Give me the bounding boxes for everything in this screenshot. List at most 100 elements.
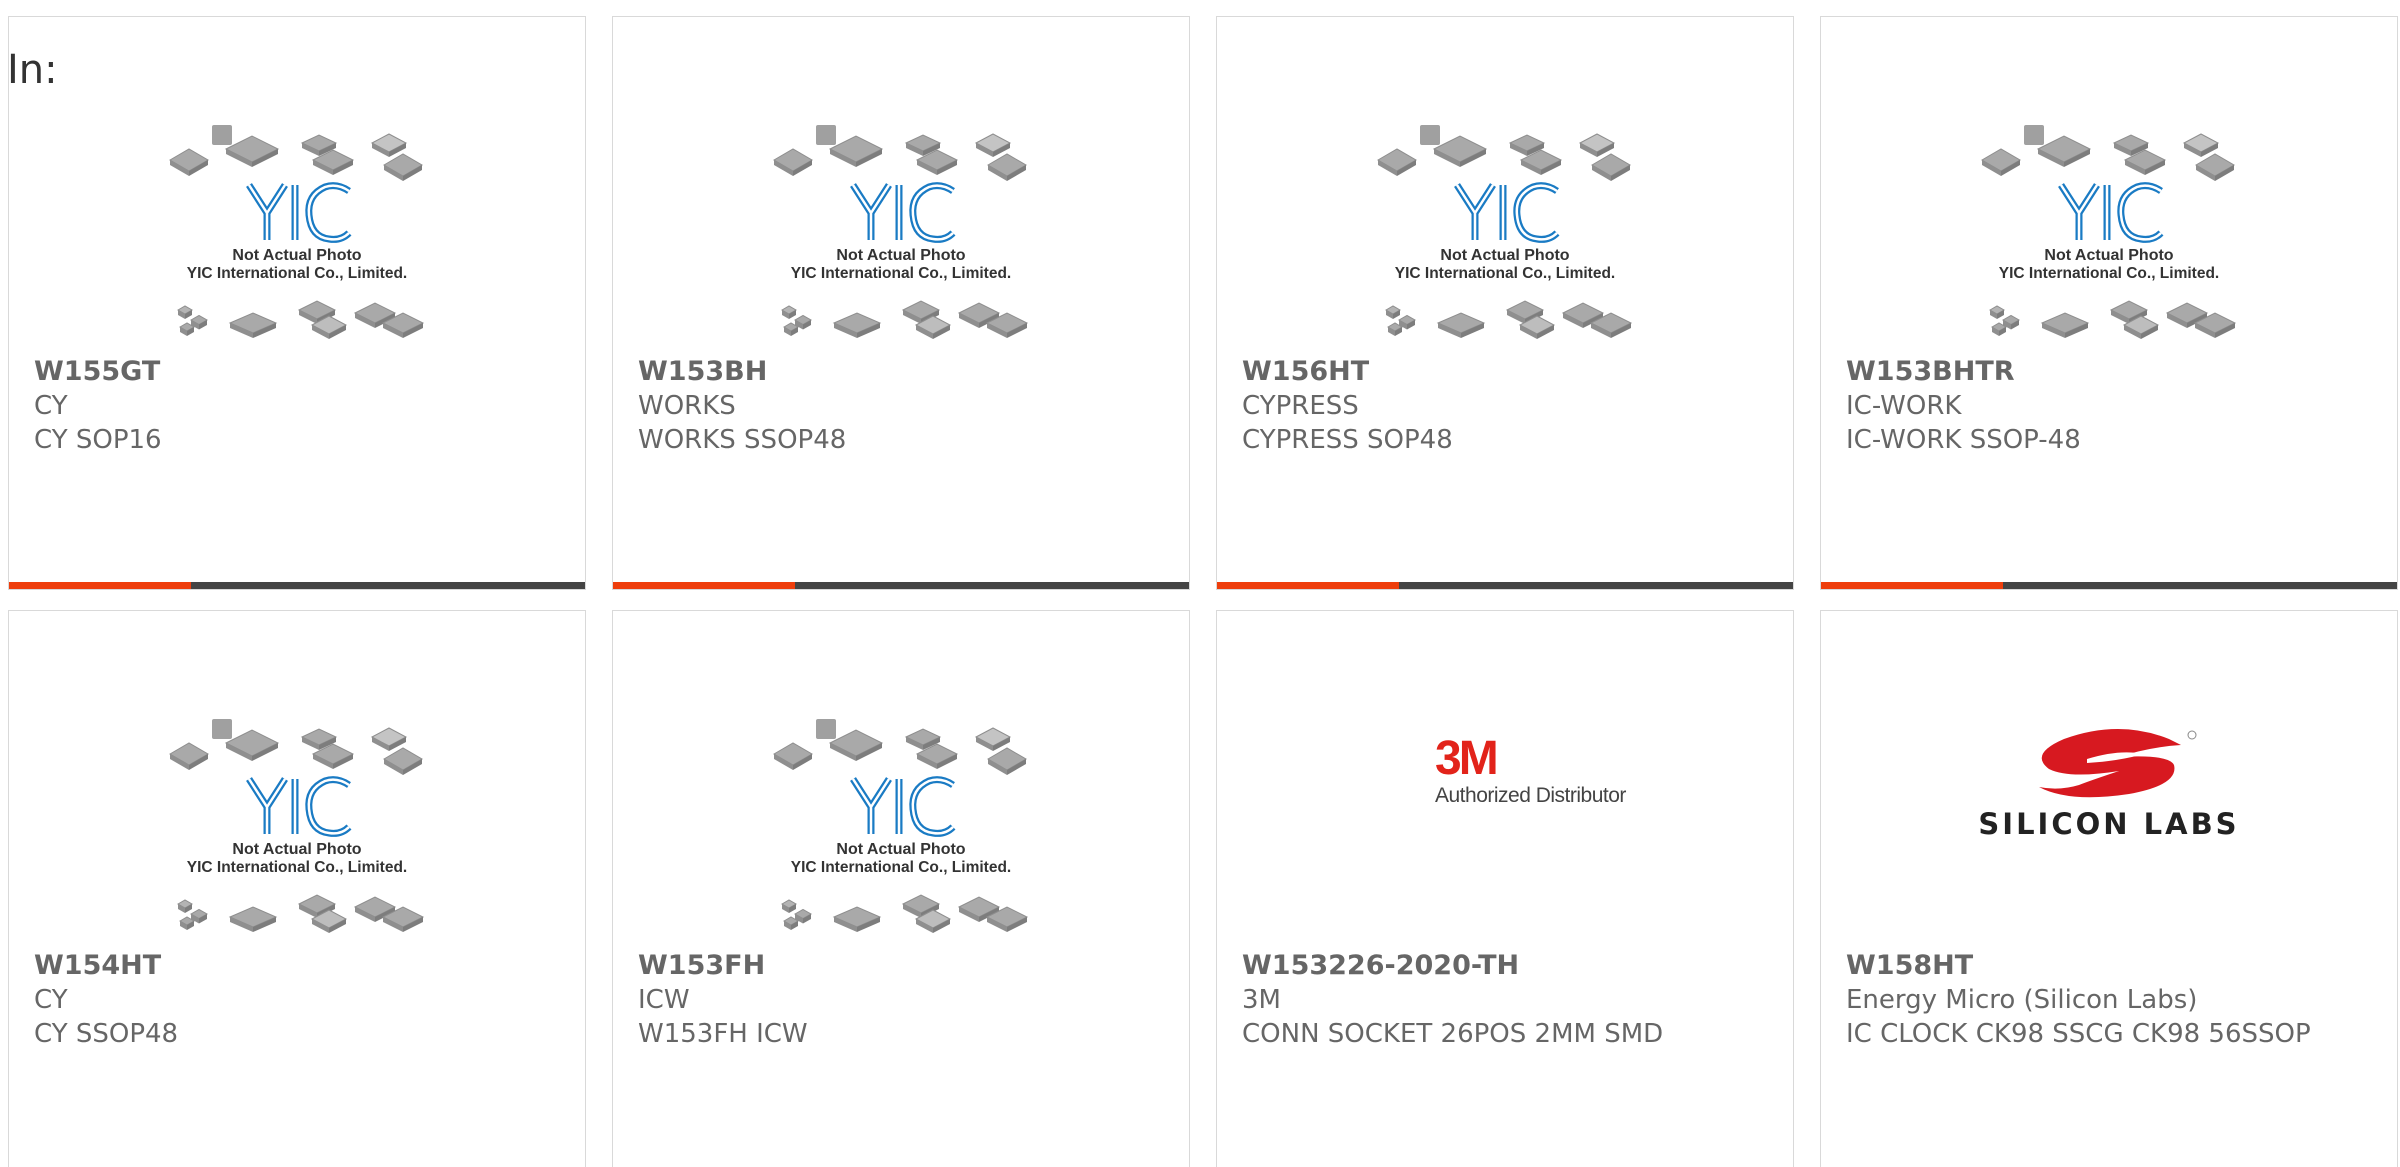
card-bottom-bar [1821,582,2397,589]
chip-packages-bottom [780,300,1029,339]
card-accent-bar [1821,582,2003,589]
silicon-labs-wordmark: SILICON LABS [1978,807,2239,841]
product-image[interactable]: Not Actual Photo YIC International Co., L… [1217,105,1793,355]
part-number-link[interactable]: W155GT [34,355,545,389]
chip-packages-bottom [1384,300,1633,339]
chip-packages-top [169,125,423,181]
product-card[interactable]: SILICON LABS W158HT Energy Micro (Silico… [1820,610,2398,1167]
product-card[interactable]: Not Actual Photo YIC International Co., L… [612,610,1190,1167]
manufacturer-name: CY [34,391,68,421]
not-actual-photo-text: Not Actual Photo [2044,247,2173,264]
yic-placeholder-image: Not Actual PhotoYIC International Co., L… [169,125,425,339]
card-bottom-bar [613,582,1189,589]
manufacturer-name: ICW [638,985,690,1015]
part-number-link[interactable]: W153226-2020-TH [1242,949,1753,983]
product-info: W153226-2020-TH 3M CONN SOCKET 26POS 2MM… [1242,949,1753,1051]
company-name-text: YIC International Co., Limited. [187,859,407,876]
not-actual-photo-text: Not Actual Photo [836,247,965,264]
card-bottom-bar [9,582,585,589]
product-card[interactable]: Not Actual Photo YIC International Co., L… [612,16,1190,590]
company-name-text: YIC International Co., Limited. [791,859,1011,876]
yic-logo [246,776,352,837]
product-info: W153BHTR IC-WORK IC-WORK SSOP-48 [1846,355,2357,457]
manufacturer-name: IC-WORK [1846,391,1962,421]
product-info: W153FH ICW W153FH ICW [638,949,1149,1051]
silicon-labs-swoosh-icon [2039,729,2197,798]
product-description: IC-WORK SSOP-48 [1846,425,2081,455]
chip-packages-bottom [176,894,425,933]
product-grid: Not Actual Photo YIC International Co., L… [8,16,2398,1167]
yic-placeholder-image: Not Actual PhotoYIC International Co., L… [773,125,1029,339]
company-name-text: YIC International Co., Limited. [1999,265,2219,282]
chip-packages-top [1981,125,2235,181]
3m-mark: 3M [1435,732,1496,785]
product-info: W154HT CY CY SSOP48 [34,949,545,1051]
product-image[interactable]: 3M Authorized Distributor [1217,699,1793,949]
card-accent-bar [9,582,191,589]
yic-logo [850,182,956,243]
chip-packages-top [1377,125,1631,181]
product-description: CONN SOCKET 26POS 2MM SMD [1242,1019,1664,1049]
card-accent-bar [1217,582,1399,589]
product-card[interactable]: 3M Authorized Distributor W153226-2020-TH… [1216,610,1794,1167]
product-card[interactable]: Not Actual Photo YIC International Co., L… [8,16,586,590]
yic-logo [850,776,956,837]
product-image[interactable]: SILICON LABS [1821,699,2397,949]
company-name-text: YIC International Co., Limited. [187,265,407,282]
product-image[interactable]: Not Actual Photo YIC International Co., L… [9,699,585,949]
product-description: CYPRESS SOP48 [1242,425,1453,455]
product-info: W156HT CYPRESS CYPRESS SOP48 [1242,355,1753,457]
chip-packages-bottom [780,894,1029,933]
manufacturer-name: 3M [1242,985,1281,1015]
manufacturer-name: CYPRESS [1242,391,1359,421]
card-bottom-bar [1217,582,1793,589]
product-image[interactable]: Not Actual Photo YIC International Co., L… [1821,105,2397,355]
product-info: W153BH WORKS WORKS SSOP48 [638,355,1149,457]
chip-packages-bottom [176,300,425,339]
product-image[interactable]: Not Actual Photo YIC International Co., L… [9,105,585,355]
part-number-link[interactable]: W153FH [638,949,1149,983]
chip-packages-bottom [1988,300,2237,339]
product-card[interactable]: Not Actual Photo YIC International Co., L… [1216,16,1794,590]
card-accent-bar [613,582,795,589]
product-description: WORKS SSOP48 [638,425,847,455]
product-info: W158HT Energy Micro (Silicon Labs) IC CL… [1846,949,2357,1051]
part-number-link[interactable]: W153BHTR [1846,355,2357,389]
silicon-labs-logo: SILICON LABS [1978,729,2239,841]
manufacturer-name: Energy Micro (Silicon Labs) [1846,985,2198,1015]
company-name-text: YIC International Co., Limited. [1395,265,1615,282]
product-card[interactable]: Not Actual Photo YIC International Co., L… [8,610,586,1167]
in-label: In: [7,47,58,93]
product-description: CY SSOP48 [34,1019,179,1049]
product-description: CY SOP16 [34,425,162,455]
manufacturer-name: CY [34,985,68,1015]
3m-logo: 3MAuthorized Distributor [1435,732,1627,807]
authorized-distributor-text: Authorized Distributor [1435,784,1626,807]
product-info: W155GT CY CY SOP16 [34,355,545,457]
product-card[interactable]: Not Actual Photo YIC International Co., L… [1820,16,2398,590]
product-grid-page: Not Actual Photo YIC International Co., L… [0,0,2400,1167]
part-number-link[interactable]: W156HT [1242,355,1753,389]
yic-placeholder-image: Not Actual PhotoYIC International Co., L… [169,719,425,933]
manufacturer-name: WORKS [638,391,736,421]
yic-logo [2058,182,2164,243]
product-image[interactable]: Not Actual Photo YIC International Co., L… [613,105,1189,355]
product-description: W153FH ICW [638,1019,808,1049]
yic-placeholder-image: Not Actual PhotoYIC International Co., L… [773,719,1029,933]
yic-logo [246,182,352,243]
company-name-text: YIC International Co., Limited. [791,265,1011,282]
not-actual-photo-text: Not Actual Photo [1440,247,1569,264]
product-image[interactable]: Not Actual Photo YIC International Co., L… [613,699,1189,949]
chip-packages-top [169,719,423,775]
yic-placeholder-image: Not Actual PhotoYIC International Co., L… [1377,125,1633,339]
yic-placeholder-image: Not Actual PhotoYIC International Co., L… [1981,125,2237,339]
chip-packages-top [773,125,1027,181]
product-description: IC CLOCK CK98 SSCG CK98 56SSOP [1846,1019,2311,1049]
not-actual-photo-text: Not Actual Photo [232,841,361,858]
part-number-link[interactable]: W158HT [1846,949,2357,983]
yic-logo [1454,182,1560,243]
part-number-link[interactable]: W154HT [34,949,545,983]
not-actual-photo-text: Not Actual Photo [232,247,361,264]
part-number-link[interactable]: W153BH [638,355,1149,389]
chip-packages-top [773,719,1027,775]
